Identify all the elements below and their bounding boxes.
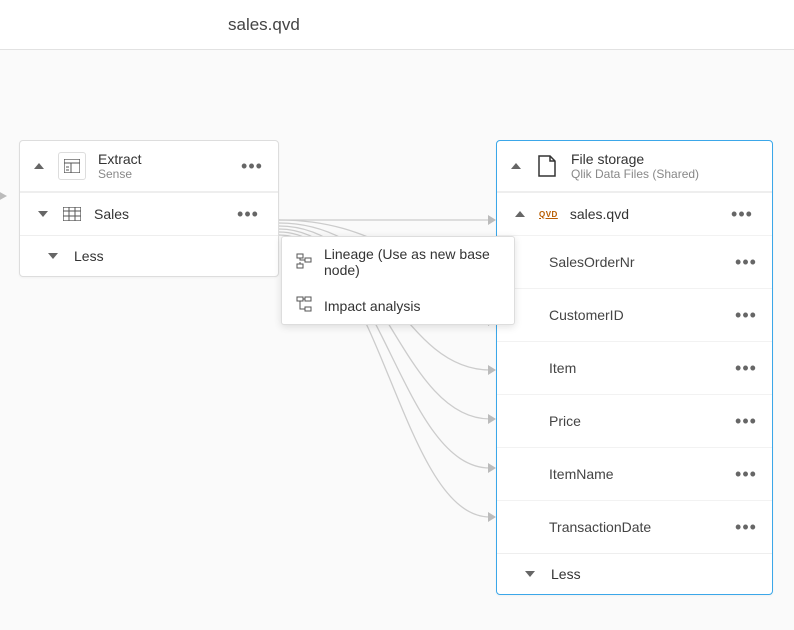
lineage-canvas: Extract Sense ••• Sales ••• Less Lineage…	[0, 50, 794, 630]
field-label: ItemName	[549, 466, 614, 482]
source-less-button[interactable]: Less	[20, 235, 278, 276]
source-subtitle: Sense	[98, 167, 226, 181]
field-row[interactable]: Item •••	[497, 341, 772, 394]
field-more-button[interactable]: •••	[732, 515, 760, 539]
field-more-button[interactable]: •••	[732, 250, 760, 274]
source-table-more-button[interactable]: •••	[234, 202, 262, 226]
more-icon: •••	[735, 470, 757, 478]
more-icon: •••	[735, 364, 757, 372]
field-more-button[interactable]: •••	[732, 356, 760, 380]
field-label: Price	[549, 413, 581, 429]
more-icon: •••	[735, 258, 757, 266]
context-menu: Lineage (Use as new base node) Impact an…	[281, 236, 515, 325]
page-title: sales.qvd	[228, 15, 300, 35]
target-title: File storage	[571, 151, 760, 167]
table-icon	[62, 204, 82, 224]
qvd-icon: QVD	[539, 210, 558, 219]
upstream-arrow-icon	[0, 191, 7, 201]
field-row[interactable]: Price •••	[497, 394, 772, 447]
field-row[interactable]: TransactionDate •••	[497, 500, 772, 553]
more-icon: •••	[735, 311, 757, 319]
menu-lineage-label: Lineage (Use as new base node)	[324, 246, 500, 278]
field-row[interactable]: CustomerID •••	[497, 288, 772, 341]
more-icon: •••	[237, 210, 259, 218]
app-icon	[58, 152, 86, 180]
target-node-card: File storage Qlik Data Files (Shared) QV…	[496, 140, 773, 595]
field-more-button[interactable]: •••	[732, 462, 760, 486]
field-row[interactable]: SalesOrderNr •••	[497, 235, 772, 288]
field-row[interactable]: ItemName •••	[497, 447, 772, 500]
lineage-icon	[296, 253, 312, 272]
target-file-row[interactable]: QVD sales.qvd •••	[497, 192, 772, 235]
field-more-button[interactable]: •••	[732, 303, 760, 327]
target-subtitle: Qlik Data Files (Shared)	[571, 167, 760, 181]
chevron-down-icon	[46, 249, 60, 263]
chevron-down-icon	[523, 567, 537, 581]
source-table-label: Sales	[94, 206, 222, 222]
menu-impact-analysis[interactable]: Impact analysis	[282, 287, 514, 324]
collapse-toggle-icon[interactable]	[509, 159, 523, 173]
source-node-card: Extract Sense ••• Sales ••• Less	[19, 140, 279, 277]
less-label: Less	[551, 566, 581, 582]
impact-icon	[296, 296, 312, 315]
more-icon: •••	[735, 523, 757, 531]
collapse-toggle-icon[interactable]	[513, 207, 527, 221]
more-icon: •••	[735, 417, 757, 425]
more-icon: •••	[731, 210, 753, 218]
collapse-toggle-icon[interactable]	[32, 159, 46, 173]
source-card-header: Extract Sense •••	[20, 141, 278, 192]
expand-toggle-icon[interactable]	[36, 207, 50, 221]
less-label: Less	[74, 248, 104, 264]
field-label: CustomerID	[549, 307, 624, 323]
page-header: sales.qvd	[0, 0, 794, 50]
target-card-header: File storage Qlik Data Files (Shared)	[497, 141, 772, 192]
field-more-button[interactable]: •••	[732, 409, 760, 433]
more-icon: •••	[241, 162, 263, 170]
target-file-more-button[interactable]: •••	[728, 202, 756, 226]
source-title: Extract	[98, 151, 226, 167]
target-less-button[interactable]: Less	[497, 553, 772, 594]
file-icon	[535, 154, 559, 178]
field-label: TransactionDate	[549, 519, 651, 535]
field-label: Item	[549, 360, 576, 376]
menu-impact-label: Impact analysis	[324, 298, 420, 314]
target-file-label: sales.qvd	[570, 206, 716, 222]
source-table-row[interactable]: Sales •••	[20, 192, 278, 235]
menu-lineage[interactable]: Lineage (Use as new base node)	[282, 237, 514, 287]
source-more-button[interactable]: •••	[238, 154, 266, 178]
field-label: SalesOrderNr	[549, 254, 635, 270]
